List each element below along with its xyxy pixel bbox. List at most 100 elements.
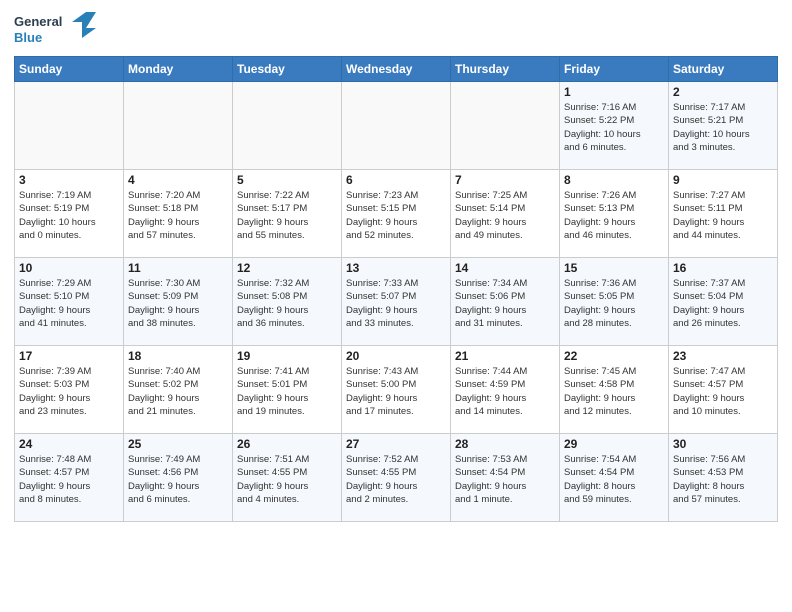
calendar-cell: 25 Sunrise: 7:49 AM Sunset: 4:56 PM Dayli…: [124, 434, 233, 522]
weekday-header-tuesday: Tuesday: [233, 57, 342, 82]
weekday-header-wednesday: Wednesday: [342, 57, 451, 82]
day-info: Sunrise: 7:17 AM Sunset: 5:21 PM Dayligh…: [673, 101, 773, 154]
calendar-cell: 20 Sunrise: 7:43 AM Sunset: 5:00 PM Dayli…: [342, 346, 451, 434]
day-number: 26: [237, 437, 337, 451]
calendar-cell: 1 Sunrise: 7:16 AM Sunset: 5:22 PM Daylig…: [560, 82, 669, 170]
day-number: 22: [564, 349, 664, 363]
calendar-week-3: 17 Sunrise: 7:39 AM Sunset: 5:03 PM Dayli…: [15, 346, 778, 434]
day-info: Sunrise: 7:20 AM Sunset: 5:18 PM Dayligh…: [128, 189, 228, 242]
logo: GeneralBlue: [14, 10, 104, 50]
calendar-cell: 23 Sunrise: 7:47 AM Sunset: 4:57 PM Dayli…: [669, 346, 778, 434]
day-info: Sunrise: 7:36 AM Sunset: 5:05 PM Dayligh…: [564, 277, 664, 330]
day-info: Sunrise: 7:16 AM Sunset: 5:22 PM Dayligh…: [564, 101, 664, 154]
day-info: Sunrise: 7:34 AM Sunset: 5:06 PM Dayligh…: [455, 277, 555, 330]
page-container: GeneralBlue SundayMondayTuesdayWednesday…: [0, 0, 792, 612]
day-info: Sunrise: 7:19 AM Sunset: 5:19 PM Dayligh…: [19, 189, 119, 242]
day-info: Sunrise: 7:23 AM Sunset: 5:15 PM Dayligh…: [346, 189, 446, 242]
calendar-cell: 26 Sunrise: 7:51 AM Sunset: 4:55 PM Dayli…: [233, 434, 342, 522]
day-number: 18: [128, 349, 228, 363]
calendar-week-4: 24 Sunrise: 7:48 AM Sunset: 4:57 PM Dayli…: [15, 434, 778, 522]
calendar-cell: 19Sunrise: 7:41 AM Sunset: 5:01 PM Dayli…: [233, 346, 342, 434]
day-info: Sunrise: 7:49 AM Sunset: 4:56 PM Dayligh…: [128, 453, 228, 506]
day-number: 13: [346, 261, 446, 275]
day-info: Sunrise: 7:53 AM Sunset: 4:54 PM Dayligh…: [455, 453, 555, 506]
header-area: GeneralBlue: [14, 10, 778, 50]
weekday-header-saturday: Saturday: [669, 57, 778, 82]
day-number: 2: [673, 85, 773, 99]
day-number: 8: [564, 173, 664, 187]
calendar-cell: [451, 82, 560, 170]
calendar-week-1: 3 Sunrise: 7:19 AM Sunset: 5:19 PM Daylig…: [15, 170, 778, 258]
day-info: Sunrise: 7:54 AM Sunset: 4:54 PM Dayligh…: [564, 453, 664, 506]
calendar-cell: 3 Sunrise: 7:19 AM Sunset: 5:19 PM Daylig…: [15, 170, 124, 258]
day-info: Sunrise: 7:43 AM Sunset: 5:00 PM Dayligh…: [346, 365, 446, 418]
calendar-cell: 14 Sunrise: 7:34 AM Sunset: 5:06 PM Dayli…: [451, 258, 560, 346]
calendar-cell: 17 Sunrise: 7:39 AM Sunset: 5:03 PM Dayli…: [15, 346, 124, 434]
day-info: Sunrise: 7:25 AM Sunset: 5:14 PM Dayligh…: [455, 189, 555, 242]
weekday-header-monday: Monday: [124, 57, 233, 82]
calendar-cell: 10Sunrise: 7:29 AM Sunset: 5:10 PM Dayli…: [15, 258, 124, 346]
calendar-cell: 4 Sunrise: 7:20 AM Sunset: 5:18 PM Daylig…: [124, 170, 233, 258]
day-info: Sunrise: 7:41 AM Sunset: 5:01 PM Dayligh…: [237, 365, 337, 418]
day-info: Sunrise: 7:22 AM Sunset: 5:17 PM Dayligh…: [237, 189, 337, 242]
day-info: Sunrise: 7:47 AM Sunset: 4:57 PM Dayligh…: [673, 365, 773, 418]
calendar-cell: 27 Sunrise: 7:52 AM Sunset: 4:55 PM Dayli…: [342, 434, 451, 522]
day-number: 6: [346, 173, 446, 187]
day-number: 1: [564, 85, 664, 99]
day-number: 21: [455, 349, 555, 363]
calendar-header-row: SundayMondayTuesdayWednesdayThursdayFrid…: [15, 57, 778, 82]
day-number: 17: [19, 349, 119, 363]
day-number: 24: [19, 437, 119, 451]
day-info: Sunrise: 7:32 AM Sunset: 5:08 PM Dayligh…: [237, 277, 337, 330]
calendar-table: SundayMondayTuesdayWednesdayThursdayFrid…: [14, 56, 778, 522]
calendar-cell: 2 Sunrise: 7:17 AM Sunset: 5:21 PM Daylig…: [669, 82, 778, 170]
day-number: 29: [564, 437, 664, 451]
calendar-cell: 8 Sunrise: 7:26 AM Sunset: 5:13 PM Daylig…: [560, 170, 669, 258]
day-info: Sunrise: 7:52 AM Sunset: 4:55 PM Dayligh…: [346, 453, 446, 506]
day-number: 7: [455, 173, 555, 187]
day-number: 15: [564, 261, 664, 275]
day-number: 14: [455, 261, 555, 275]
day-info: Sunrise: 7:27 AM Sunset: 5:11 PM Dayligh…: [673, 189, 773, 242]
day-info: Sunrise: 7:51 AM Sunset: 4:55 PM Dayligh…: [237, 453, 337, 506]
logo-svg: GeneralBlue: [14, 10, 104, 50]
day-number: 4: [128, 173, 228, 187]
calendar-cell: 9 Sunrise: 7:27 AM Sunset: 5:11 PM Daylig…: [669, 170, 778, 258]
weekday-header-friday: Friday: [560, 57, 669, 82]
calendar-cell: 13 Sunrise: 7:33 AM Sunset: 5:07 PM Dayli…: [342, 258, 451, 346]
weekday-header-thursday: Thursday: [451, 57, 560, 82]
day-info: Sunrise: 7:44 AM Sunset: 4:59 PM Dayligh…: [455, 365, 555, 418]
day-number: 5: [237, 173, 337, 187]
calendar-cell: 7 Sunrise: 7:25 AM Sunset: 5:14 PM Daylig…: [451, 170, 560, 258]
day-number: 10: [19, 261, 119, 275]
day-number: 25: [128, 437, 228, 451]
day-number: 20: [346, 349, 446, 363]
calendar-cell: [15, 82, 124, 170]
day-number: 12: [237, 261, 337, 275]
calendar-week-2: 10Sunrise: 7:29 AM Sunset: 5:10 PM Dayli…: [15, 258, 778, 346]
calendar-cell: 28 Sunrise: 7:53 AM Sunset: 4:54 PM Dayli…: [451, 434, 560, 522]
day-info: Sunrise: 7:45 AM Sunset: 4:58 PM Dayligh…: [564, 365, 664, 418]
day-number: 16: [673, 261, 773, 275]
day-number: 23: [673, 349, 773, 363]
day-info: Sunrise: 7:39 AM Sunset: 5:03 PM Dayligh…: [19, 365, 119, 418]
day-number: 11: [128, 261, 228, 275]
calendar-cell: 29 Sunrise: 7:54 AM Sunset: 4:54 PM Dayli…: [560, 434, 669, 522]
calendar-cell: 24 Sunrise: 7:48 AM Sunset: 4:57 PM Dayli…: [15, 434, 124, 522]
calendar-cell: [342, 82, 451, 170]
calendar-cell: [233, 82, 342, 170]
day-info: Sunrise: 7:30 AM Sunset: 5:09 PM Dayligh…: [128, 277, 228, 330]
calendar-cell: 30Sunrise: 7:56 AM Sunset: 4:53 PM Dayli…: [669, 434, 778, 522]
day-number: 3: [19, 173, 119, 187]
day-number: 9: [673, 173, 773, 187]
day-info: Sunrise: 7:37 AM Sunset: 5:04 PM Dayligh…: [673, 277, 773, 330]
calendar-cell: 5 Sunrise: 7:22 AM Sunset: 5:17 PM Daylig…: [233, 170, 342, 258]
day-info: Sunrise: 7:33 AM Sunset: 5:07 PM Dayligh…: [346, 277, 446, 330]
day-number: 28: [455, 437, 555, 451]
calendar-cell: 16 Sunrise: 7:37 AM Sunset: 5:04 PM Dayli…: [669, 258, 778, 346]
day-number: 27: [346, 437, 446, 451]
weekday-header-sunday: Sunday: [15, 57, 124, 82]
day-info: Sunrise: 7:48 AM Sunset: 4:57 PM Dayligh…: [19, 453, 119, 506]
calendar-cell: 11 Sunrise: 7:30 AM Sunset: 5:09 PM Dayli…: [124, 258, 233, 346]
day-info: Sunrise: 7:26 AM Sunset: 5:13 PM Dayligh…: [564, 189, 664, 242]
